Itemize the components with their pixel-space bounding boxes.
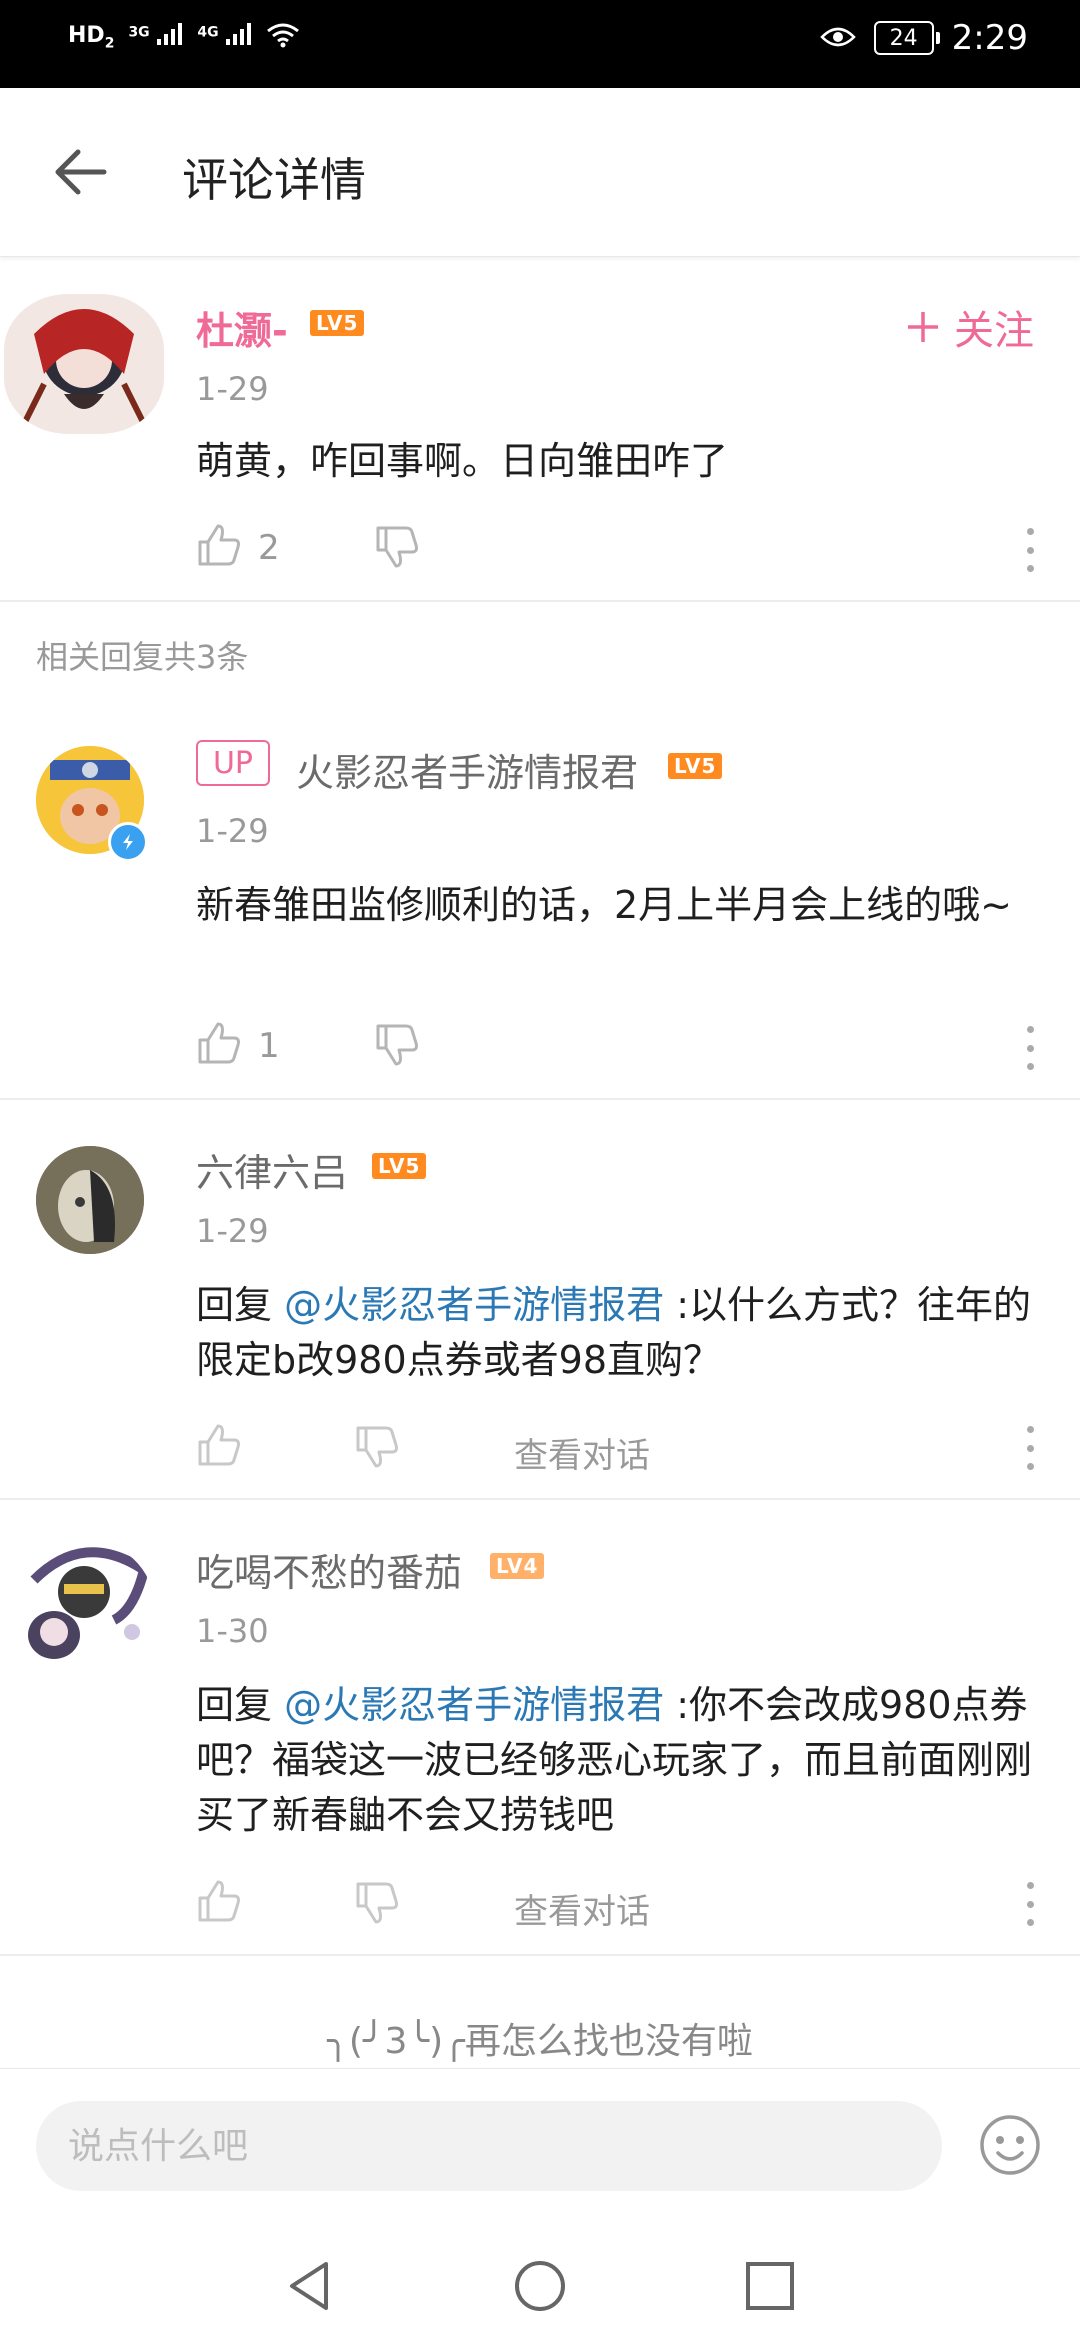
wifi-icon <box>266 22 300 52</box>
avatar[interactable] <box>36 1146 144 1254</box>
clock: 2:29 <box>951 18 1028 58</box>
avatar[interactable] <box>14 1540 154 1670</box>
more-options-button[interactable] <box>1020 1882 1040 1926</box>
view-conversation-button[interactable]: 查看对话 <box>514 1428 650 1477</box>
end-of-list-text: ╮(╯3╰)╭再怎么找也没有啦 <box>327 2021 753 2062</box>
more-options-button[interactable] <box>1020 528 1040 572</box>
emoji-icon <box>980 2115 1040 2175</box>
like-count: 2 <box>258 528 280 568</box>
thumbs-up-icon <box>198 524 240 566</box>
circle-home-icon <box>515 2261 565 2311</box>
dislike-button[interactable] <box>354 1880 400 1930</box>
nav-home-button[interactable] <box>512 2258 568 2314</box>
thumbs-down-icon <box>356 1426 398 1468</box>
comment-date: 1-29 <box>196 812 269 850</box>
divider <box>0 1098 1080 1100</box>
divider <box>0 1498 1080 1500</box>
dislike-button[interactable] <box>374 1022 420 1072</box>
comment-text: 萌黄，咋回事啊。日向雏田咋了 <box>196 439 729 483</box>
username[interactable]: 杜灏- <box>196 300 288 355</box>
view-conversation-button[interactable]: 查看对话 <box>514 1884 650 1933</box>
app-bar: 评论详情 <box>0 88 1080 257</box>
thumbs-down-icon <box>376 526 418 568</box>
comment-date: 1-29 <box>196 370 269 408</box>
level-badge: LV5 <box>372 1153 427 1179</box>
reply-prefix: 回复 <box>196 1683 285 1727</box>
back-arrow-icon <box>55 149 107 195</box>
comment-text: 回复 @火影忍者手游情报君 :以什么方式？往年的限定b改980点券或者98直购？ <box>196 1278 1046 1388</box>
comment-text: 回复 @火影忍者手游情报君 :你不会改成980点券吧？福袋这一波已经够恶心玩家了… <box>196 1678 1046 1843</box>
divider <box>0 600 1080 602</box>
thumbs-up-icon <box>198 1424 240 1466</box>
like-button[interactable] <box>196 1422 242 1472</box>
like-button[interactable] <box>196 1020 242 1070</box>
nav-recents-button[interactable] <box>742 2258 798 2314</box>
reply-prefix: 回复 <box>196 1283 285 1327</box>
level-badge: LV5 <box>668 753 723 779</box>
verified-badge-icon <box>108 822 148 862</box>
follow-button[interactable]: 关注 <box>906 298 1034 356</box>
up-badge: UP <box>196 740 270 786</box>
thumbs-down-icon <box>376 1024 418 1066</box>
username[interactable]: 六律六吕 <box>196 1142 348 1197</box>
hd-indicator: HD2 <box>68 22 115 52</box>
status-bar: HD2 3G 4G 24 2:29 <box>0 0 1080 88</box>
square-recents-icon <box>746 2262 794 2310</box>
eye-icon <box>819 18 856 58</box>
signal-3g-icon: 3G <box>128 23 183 51</box>
level-badge: LV4 <box>490 1553 545 1579</box>
comment-input-bar <box>0 2068 1080 2229</box>
like-button[interactable] <box>196 1878 242 1928</box>
page-title: 评论详情 <box>182 153 366 207</box>
more-options-button[interactable] <box>1020 1026 1040 1070</box>
signal-4g-icon: 4G <box>197 23 252 51</box>
mention-link[interactable]: @火影忍者手游情报君 <box>284 1283 664 1327</box>
triangle-back-icon <box>290 2262 328 2310</box>
battery-icon: 24 <box>873 21 940 55</box>
dislike-button[interactable] <box>374 524 420 574</box>
thumbs-up-icon <box>198 1880 240 1922</box>
level-badge: LV5 <box>310 310 365 336</box>
username[interactable]: 吃喝不愁的番茄 <box>196 1542 462 1597</box>
comment-input[interactable] <box>36 2101 942 2191</box>
avatar[interactable] <box>4 294 164 434</box>
emoji-button[interactable] <box>978 2113 1042 2177</box>
thumbs-up-icon <box>198 1022 240 1064</box>
back-button[interactable] <box>50 144 120 200</box>
mention-link[interactable]: @火影忍者手游情报君 <box>284 1683 664 1727</box>
follow-label: 关注 <box>954 308 1034 354</box>
thumbs-down-icon <box>356 1882 398 1924</box>
more-options-button[interactable] <box>1020 1426 1040 1470</box>
related-replies-count: 相关回复共3条 <box>36 638 249 676</box>
like-button[interactable] <box>196 522 242 572</box>
comment-date: 1-29 <box>196 1212 269 1250</box>
comment-date: 1-30 <box>196 1612 269 1650</box>
system-nav-bar <box>0 2228 1080 2340</box>
dislike-button[interactable] <box>354 1424 400 1474</box>
plus-icon <box>908 312 938 342</box>
divider <box>0 1954 1080 1956</box>
username[interactable]: 火影忍者手游情报君 <box>296 742 638 797</box>
nav-back-button[interactable] <box>282 2258 338 2314</box>
like-count: 1 <box>258 1026 280 1066</box>
comment-text: 新春雏田监修顺利的话，2月上半月会上线的哦~ <box>196 883 1013 927</box>
